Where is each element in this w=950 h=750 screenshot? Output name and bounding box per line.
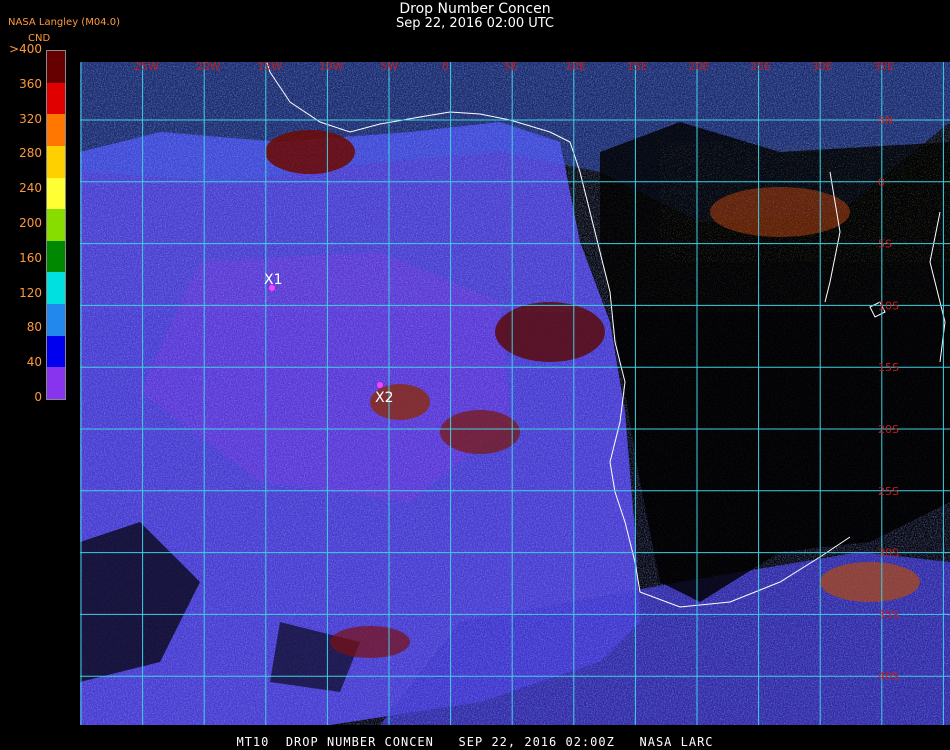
latitude-label: 40S (878, 670, 899, 683)
longitude-label: 35E (873, 62, 894, 73)
longitude-label: 10W (319, 62, 344, 73)
colorbar-segment (47, 304, 65, 337)
colorbar-label: 0 (34, 390, 42, 404)
colorbar-segment (47, 82, 65, 115)
colorbar-segment (47, 335, 65, 368)
agency-label: NASA Langley (M04.0) (8, 17, 120, 28)
colorbar-label: 120 (19, 285, 42, 300)
latitude-label: 5N (878, 114, 893, 127)
colorbar-label: 80 (26, 320, 42, 335)
colorbar-label: 360 (19, 76, 42, 91)
latitude-label: 25S (878, 485, 899, 498)
colorbar-segment (47, 177, 65, 210)
colorbar-label: 160 (19, 250, 42, 265)
colorbar-label: 320 (19, 111, 42, 126)
colorbar-label: >400 (9, 42, 42, 56)
longitude-label: 15E (627, 62, 648, 73)
latitude-label: 15S (878, 361, 899, 374)
longitude-label: 20W (196, 62, 221, 73)
longitude-label: 0 (442, 62, 449, 73)
observation-datetime: Sep 22, 2016 02:00 UTC (395, 16, 555, 31)
product-title: Drop Number Concen (399, 1, 551, 17)
satellite-map: 25W 20W 15W 10W 5W 0 5E 10E 15E 20E 25E 30E 35E 5N 0 5S… (80, 62, 950, 725)
latitude-label: 0 (878, 176, 885, 189)
marker-x1-label: X1 (264, 272, 283, 288)
colorbar-segment (47, 367, 65, 400)
marker-x2-label: X2 (375, 390, 394, 406)
latitude-label: 35S (878, 608, 899, 621)
longitude-label: 5E (504, 62, 518, 73)
longitude-label: 15W (257, 62, 282, 73)
colorbar-segment (47, 240, 65, 273)
latitude-label: 30S (878, 547, 899, 560)
footer-caption: MT10 DROP NUMBER CONCEN SEP 22, 2016 02:… (236, 735, 714, 749)
colorbar-label: 40 (26, 355, 42, 370)
colorbar-segment (47, 51, 65, 84)
longitude-label: 30E (812, 62, 833, 73)
colorbar-segment (47, 209, 65, 242)
latitude-label: 5S (878, 238, 892, 251)
longitude-label: 25W (134, 62, 159, 73)
longitude-label: 10E (565, 62, 586, 73)
latitude-label: 20S (878, 423, 899, 436)
longitude-label: 25E (750, 62, 771, 73)
colorbar-label: 240 (19, 181, 42, 196)
longitude-label: 5W (380, 62, 398, 73)
colorbar-label: 280 (19, 146, 42, 161)
colorbar-label: 200 (19, 216, 42, 230)
longitude-label: 20E (688, 62, 709, 73)
colorbar (46, 50, 66, 400)
colorbar-segment (47, 272, 65, 305)
latitude-label: 10S (878, 299, 899, 312)
colorbar-segment (47, 145, 65, 179)
colorbar-segment (47, 114, 65, 147)
